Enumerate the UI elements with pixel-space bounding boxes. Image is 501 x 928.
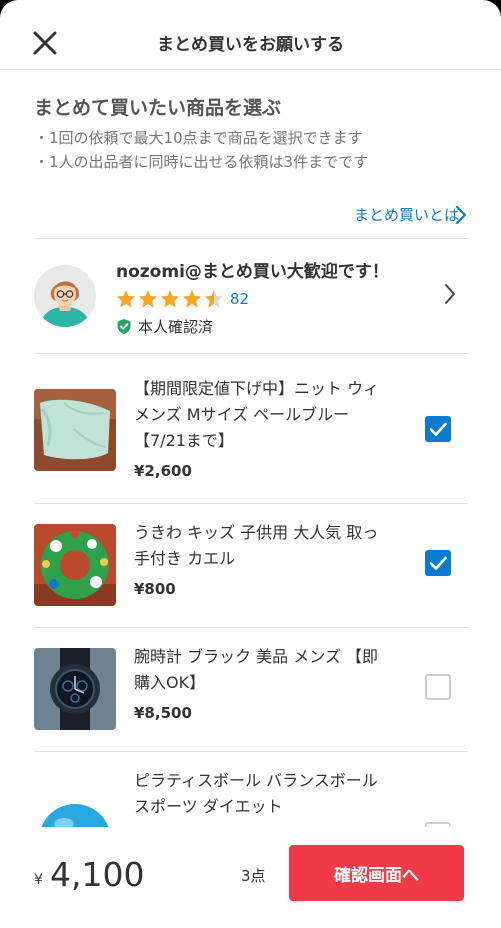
list-item[interactable]: うきわ キッズ 子供用 大人気 取っ手付き カエル ¥800 (0, 504, 501, 627)
about-bulk-purchase-link[interactable]: まとめ買いとは (354, 204, 459, 225)
total-price: 4,100 (50, 855, 145, 894)
purchase-request-sheet: まとめ買いをお願いする まとめて買いたい商品を選ぶ ・1回の依頼で最大10点まで… (0, 0, 501, 928)
star-icon (138, 289, 158, 308)
header: まとめ買いをお願いする (0, 0, 501, 70)
item-title: 【期間限定値下げ中】ニット ウィメンズ Mサイズ ペールブルー【7/21まで】 (134, 379, 380, 450)
list-item[interactable]: ピラティスボール バランスボール スポーツ ダイエット (0, 752, 501, 827)
selected-count: 3点 (241, 867, 266, 885)
chevron-right-icon[interactable] (454, 204, 468, 226)
item-title: 腕時計 ブラック 美品 メンズ 【即購入OK】 (134, 647, 379, 692)
item-thumbnail-watch (34, 648, 116, 730)
avatar (34, 265, 96, 327)
item-title: うきわ キッズ 子供用 大人気 取っ手付き カエル (134, 523, 379, 568)
item-select-checkbox[interactable] (425, 674, 451, 700)
item-price: ¥800 (134, 580, 176, 598)
item-thumbnail-knit (34, 389, 116, 471)
confirm-button[interactable]: 確認画面へ (289, 845, 464, 901)
seller-row[interactable]: nozomi@まとめ買い大歓迎です！ 82 本人確認済 (0, 239, 501, 353)
shield-check-icon (117, 319, 131, 334)
item-select-checkbox[interactable] (425, 416, 451, 442)
note-max-items: ・1回の依頼で最大10点まで商品を選択できます (34, 129, 363, 147)
content-scroll-area[interactable]: まとめて買いたい商品を選ぶ ・1回の依頼で最大10点まで商品を選択できます ・1… (0, 71, 501, 827)
seller-name: nozomi@まとめ買い大歓迎です！ (116, 262, 389, 282)
review-count[interactable]: 82 (230, 290, 249, 308)
star-icon (116, 289, 136, 308)
page-title: まとめ買いをお願いする (157, 35, 344, 55)
item-thumbnail-swim-ring (34, 524, 116, 606)
chevron-right-icon[interactable] (443, 282, 457, 306)
note-max-requests: ・1人の出品者に同時に出せる依頼は3件までです (34, 153, 369, 171)
star-icon (160, 289, 180, 308)
footer-bar: ¥ 4,100 3点 確認画面へ (0, 827, 501, 928)
seller-rating: 82 (116, 289, 249, 308)
currency-symbol: ¥ (34, 872, 43, 888)
item-thumbnail-pilates-ball (34, 794, 116, 827)
item-price: ¥8,500 (134, 704, 192, 722)
item-title: ピラティスボール バランスボール スポーツ ダイエット (134, 771, 378, 816)
section-heading: まとめて買いたい商品を選ぶ (34, 97, 282, 119)
checkmark-icon (429, 556, 447, 570)
checkmark-icon (429, 422, 447, 436)
verified-badge: 本人確認済 (116, 316, 213, 337)
item-select-checkbox[interactable] (425, 550, 451, 576)
star-icon (182, 289, 202, 308)
item-price: ¥2,600 (134, 462, 192, 480)
half-star-icon (204, 289, 224, 308)
list-item[interactable]: 腕時計 ブラック 美品 メンズ 【即購入OK】 ¥8,500 (0, 628, 501, 751)
list-item[interactable]: 【期間限定値下げ中】ニット ウィメンズ Mサイズ ペールブルー【7/21まで】 … (0, 354, 501, 503)
verified-label: 本人確認済 (138, 318, 214, 336)
